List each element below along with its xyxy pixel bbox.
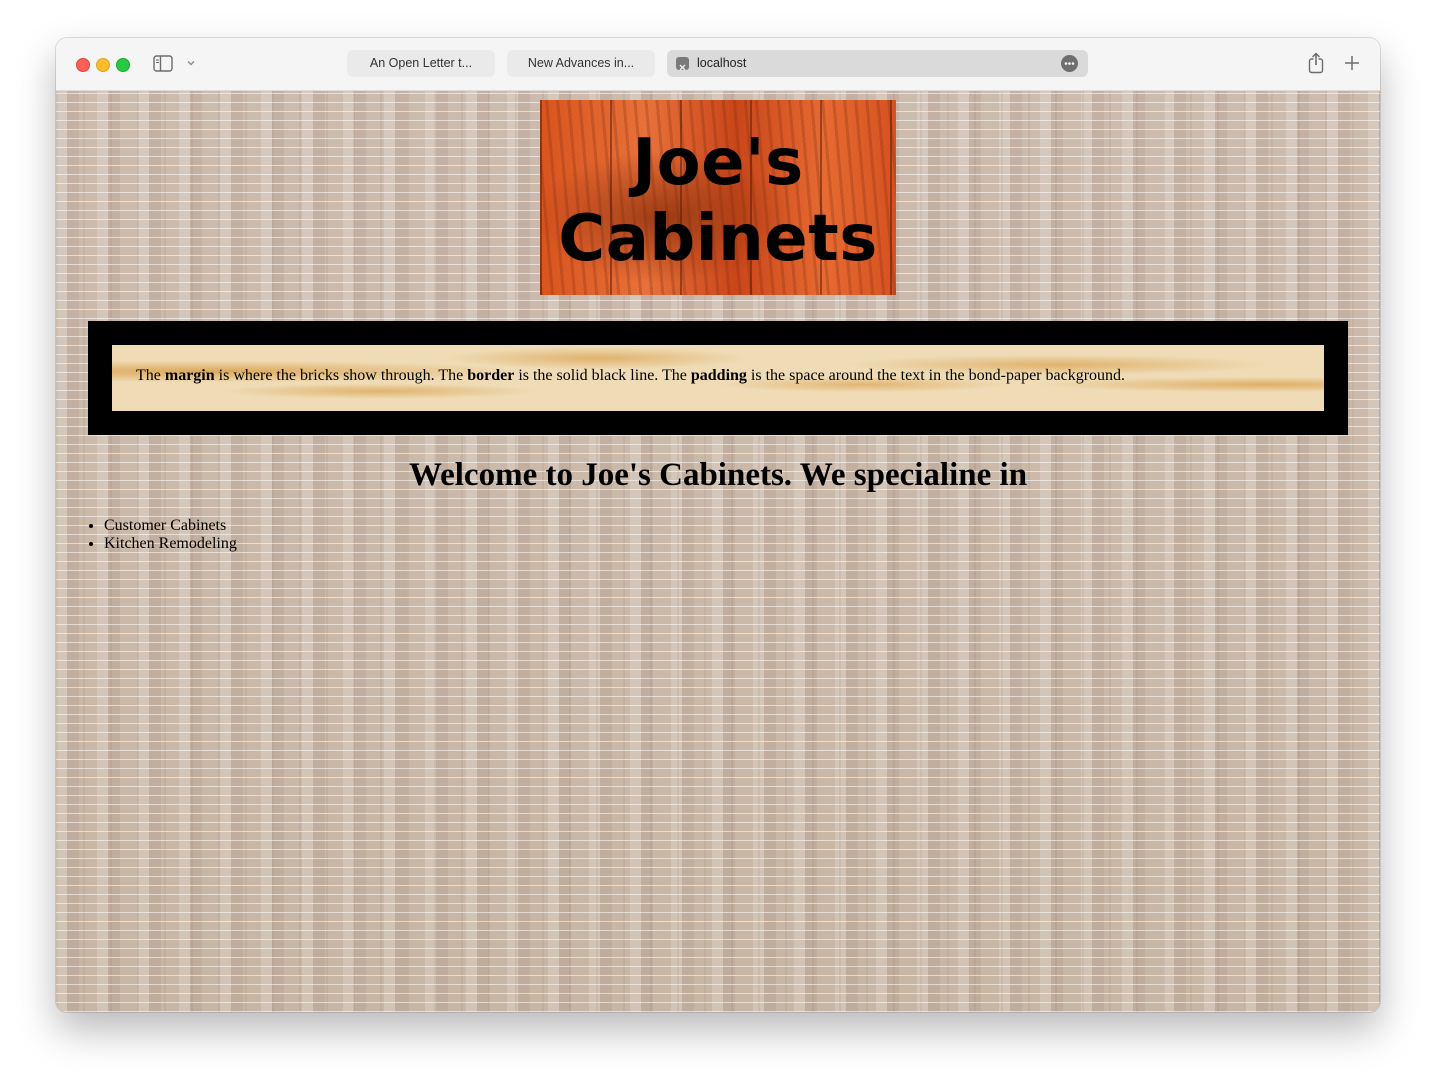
tab-new-advances[interactable]: New Advances in... (507, 50, 655, 77)
margin-term: margin (164, 367, 215, 384)
page-content: Joe's Cabinets The margin is where the b… (56, 91, 1380, 1012)
border-term: border (467, 367, 515, 384)
close-tab-icon[interactable] (676, 57, 689, 71)
browser-window: An Open Letter t... New Advances in... l… (56, 38, 1380, 1012)
new-tab-icon[interactable] (1344, 55, 1360, 71)
text-segment: The (136, 367, 165, 384)
box-model-text: The margin is where the bricks show thro… (136, 367, 1125, 385)
minimize-window-button[interactable] (96, 58, 110, 72)
text-segment: is the space around the text in the bond… (746, 367, 1126, 384)
more-options-icon[interactable] (1061, 55, 1078, 72)
tab-localhost[interactable]: localhost (667, 50, 1088, 77)
zoom-window-button[interactable] (116, 58, 130, 72)
services-list: Customer Cabinets Kitchen Remodeling (88, 517, 237, 553)
list-item: Customer Cabinets (104, 517, 237, 535)
text-segment: is the solid black line. The (514, 367, 691, 384)
chevron-down-icon[interactable] (186, 58, 196, 68)
share-icon[interactable] (1308, 52, 1324, 74)
joes-cabinets-logo: Joe's Cabinets (540, 100, 896, 295)
tab-label: New Advances in... (527, 56, 635, 70)
logo-line-1: Joe's (632, 126, 804, 200)
logo-line-2: Cabinets (558, 202, 878, 276)
close-window-button[interactable] (76, 58, 90, 72)
box-model-demo: The margin is where the bricks show thro… (88, 321, 1348, 435)
browser-toolbar: An Open Letter t... New Advances in... l… (56, 38, 1380, 91)
tab-label: An Open Letter t... (369, 56, 473, 70)
text-segment: is where the bricks show through. The (214, 367, 468, 384)
sidebar-toggle-icon[interactable] (153, 55, 173, 72)
tab-open-letter[interactable]: An Open Letter t... (347, 50, 495, 77)
list-item: Kitchen Remodeling (104, 535, 237, 553)
welcome-heading: Welcome to Joe's Cabinets. We specialine… (408, 457, 1028, 493)
padding-term: padding (690, 367, 747, 384)
tab-label: localhost (697, 56, 747, 70)
